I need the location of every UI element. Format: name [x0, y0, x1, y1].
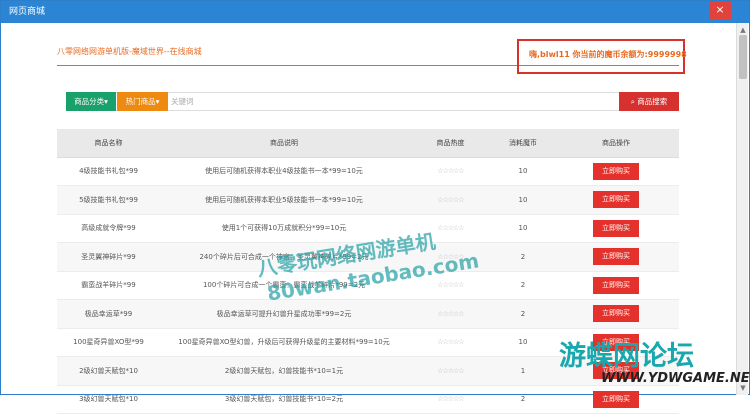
title-bar: 网页商城 ×	[1, 1, 749, 23]
table-row: 极品幸运草*99 极品幸运草可提升幻兽升星成功率*99=2元 ☆☆☆☆☆ 2 立…	[57, 299, 679, 329]
item-name: 霸蛮战羊碎片*99	[57, 271, 160, 300]
balance-text: 嗨,blwl11 你当前的魔币余额为:9999998	[529, 50, 687, 59]
item-name: 3级幻兽天赋包*10	[57, 385, 160, 414]
item-desc: 100星奇异兽XO型幻兽，升级后可获得升级星的主要材料*99=10元	[160, 328, 408, 357]
hot-items-dropdown-button[interactable]: 热门商品▾	[117, 92, 168, 111]
item-heat-stars: ☆☆☆☆☆	[408, 157, 493, 186]
item-name: 5级技能书礼包*99	[57, 185, 160, 215]
item-action-cell: 立即购买	[553, 242, 679, 272]
item-heat-stars: ☆☆☆☆☆	[408, 385, 493, 414]
search-button-label: 商品搜索	[637, 97, 668, 106]
item-name: 极品幸运草*99	[57, 299, 160, 329]
item-desc: 极品幸运草可提升幻兽升星成功率*99=2元	[160, 299, 408, 329]
item-name: 4级技能书礼包*99	[57, 157, 160, 186]
item-action-cell: 立即购买	[553, 214, 679, 243]
item-cost: 2	[493, 299, 553, 329]
item-action-cell: 立即购买	[553, 157, 679, 186]
search-button[interactable]: ⌕ 商品搜索	[619, 92, 679, 111]
item-action-cell: 立即购买	[553, 185, 679, 215]
item-desc: 使用后可随机获得本职业4级技能书一本*99=10元	[160, 157, 408, 186]
table-header-row: 商品名称 商品说明 商品热度 消耗魔币 商品操作	[57, 129, 679, 158]
item-heat-stars: ☆☆☆☆☆	[408, 299, 493, 329]
item-cost: 2	[493, 271, 553, 300]
table-row: 4级技能书礼包*99 使用后可随机获得本职业4级技能书一本*99=10元 ☆☆☆…	[57, 157, 679, 186]
search-input[interactable]	[171, 94, 611, 109]
app-window: 网页商城 × ▲ ▼ 八零网络网游单机版-魔域世界--在线商城 嗨,blwl11…	[0, 0, 750, 414]
buy-now-button[interactable]: 立即购买	[593, 276, 639, 294]
window-title: 网页商城	[9, 7, 46, 17]
buy-now-button[interactable]: 立即购买	[593, 191, 639, 209]
header-item-action: 商品操作	[553, 129, 679, 158]
buy-now-button[interactable]: 立即购买	[593, 248, 639, 266]
item-heat-stars: ☆☆☆☆☆	[408, 356, 493, 386]
item-desc: 使用后可随机获得本职业5级技能书一本*99=10元	[160, 185, 408, 215]
header-item-desc: 商品说明	[160, 129, 408, 158]
item-desc: 2级幻兽天赋包，幻兽技能书*10=1元	[160, 356, 408, 386]
header-item-cost: 消耗魔币	[493, 129, 553, 158]
item-cost: 2	[493, 385, 553, 414]
item-cost: 10	[493, 328, 553, 357]
item-cost: 10	[493, 185, 553, 215]
item-heat-stars: ☆☆☆☆☆	[408, 328, 493, 357]
item-cost: 1	[493, 356, 553, 386]
buy-now-button[interactable]: 立即购买	[593, 305, 639, 323]
search-icon: ⌕	[630, 97, 635, 106]
item-name: 2级幻兽天赋包*10	[57, 356, 160, 386]
item-name: 100星奇异兽XO型*99	[57, 328, 160, 357]
header-item-name: 商品名称	[57, 129, 160, 158]
table-row: 5级技能书礼包*99 使用后可随机获得本职业5级技能书一本*99=10元 ☆☆☆…	[57, 185, 679, 215]
item-action-cell: 立即购买	[553, 271, 679, 300]
category-dropdown-button[interactable]: 商品分类▾	[66, 92, 116, 111]
buy-now-button[interactable]: 立即购买	[593, 219, 639, 237]
buy-now-button[interactable]: 立即购买	[593, 390, 639, 408]
forum-logo-cn: 游蝶网论坛	[559, 341, 694, 372]
buy-now-button[interactable]: 立即购买	[593, 162, 639, 180]
scroll-up-arrow-icon[interactable]: ▲	[738, 25, 748, 35]
item-cost: 10	[493, 214, 553, 243]
item-name: 高级成就令牌*99	[57, 214, 160, 243]
header-item-heat: 商品热度	[408, 129, 493, 158]
forum-logo-url: WWW.YDWGAME.NET	[601, 371, 750, 386]
item-cost: 2	[493, 242, 553, 272]
forum-logo-watermark: 游蝶网论坛 WWW.YDWGAME.NET	[559, 334, 750, 392]
item-name: 圣灵翼神碎片*99	[57, 242, 160, 272]
item-cost: 10	[493, 157, 553, 186]
close-button[interactable]: ×	[709, 1, 731, 19]
item-heat-stars: ☆☆☆☆☆	[408, 185, 493, 215]
shop-title: 八零网络网游单机版-魔域世界--在线商城	[57, 47, 202, 56]
item-action-cell: 立即购买	[553, 299, 679, 329]
item-desc: 3级幻兽天赋包，幻兽技能书*10=2元	[160, 385, 408, 414]
scroll-thumb[interactable]	[739, 35, 747, 79]
